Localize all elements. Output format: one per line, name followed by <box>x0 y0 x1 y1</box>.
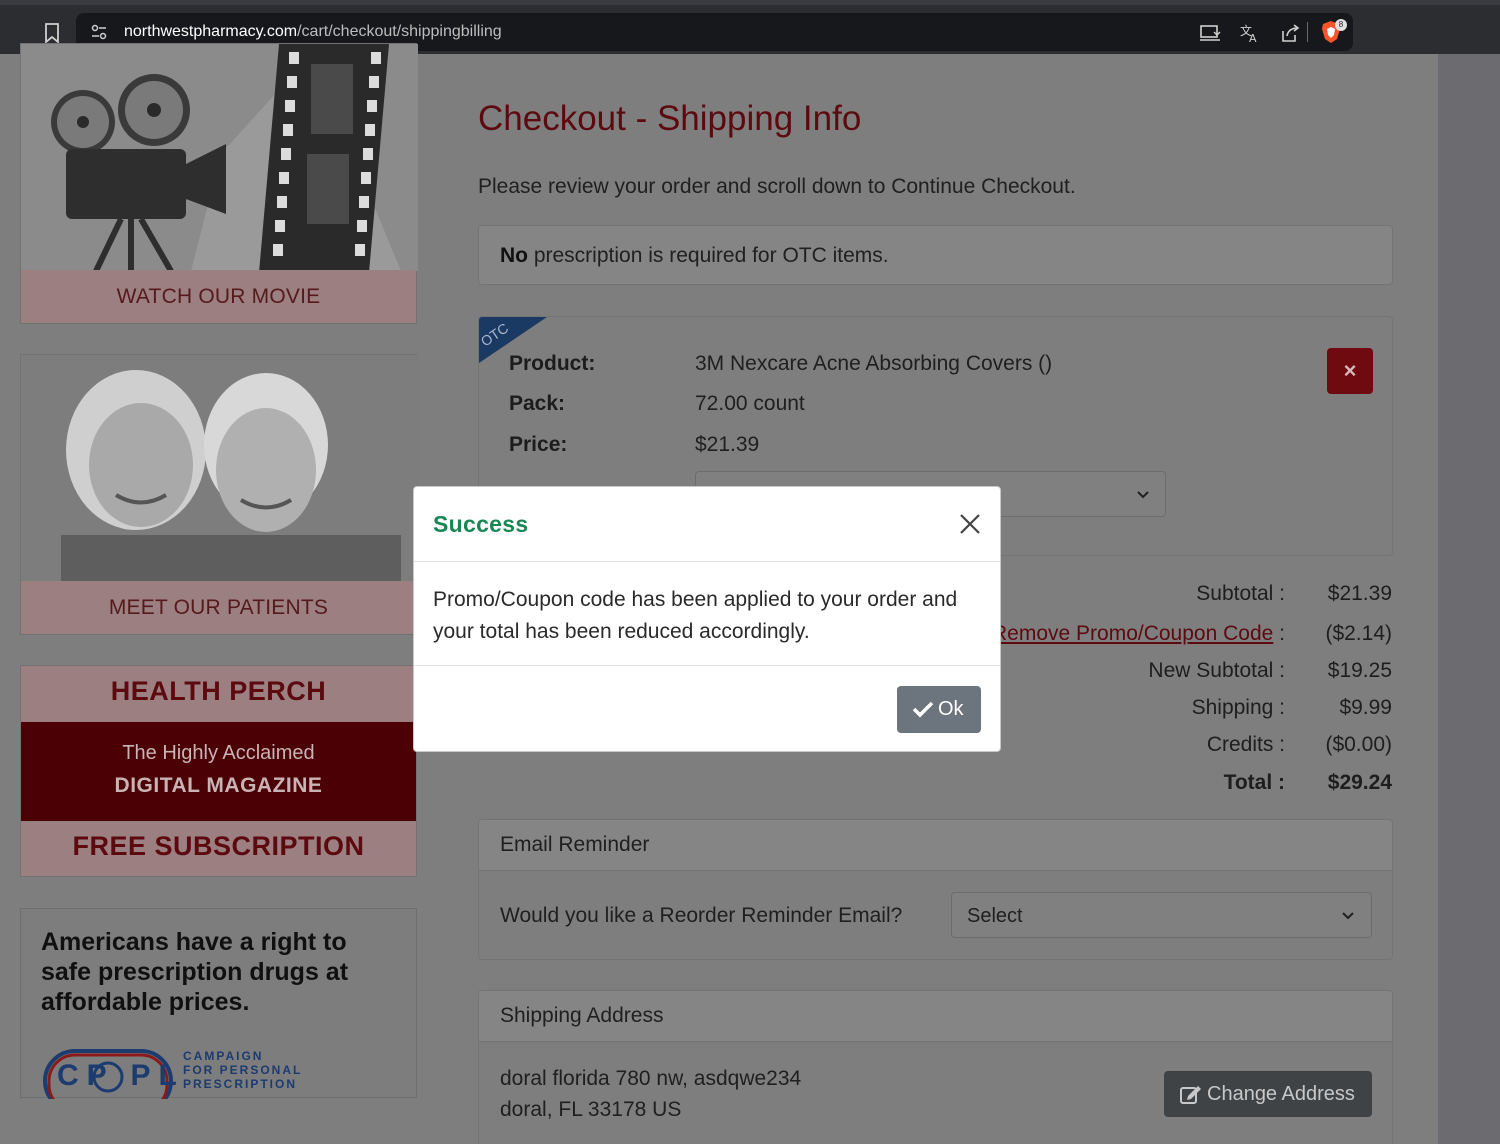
modal-title: Success <box>433 511 529 537</box>
meet-patients-card[interactable]: MEET OUR PATIENTS <box>20 354 418 635</box>
remove-promo-link[interactable]: Remove Promo/Coupon Code <box>992 622 1273 645</box>
change-address-button[interactable]: Change Address <box>1164 1071 1372 1117</box>
ok-label: Ok <box>938 698 964 720</box>
ok-button[interactable]: Ok <box>897 686 981 733</box>
shipping-address-title: Shipping Address <box>500 1004 664 1027</box>
health-perch-title: HEALTH PERCH <box>110 676 327 706</box>
email-reminder-title: Email Reminder <box>500 833 650 856</box>
reminder-question: Would you like a Reorder Reminder Email? <box>500 904 903 927</box>
svg-text:A: A <box>1249 32 1257 43</box>
notice-rest: prescription is required for OTC items. <box>528 244 889 267</box>
success-modal: Success Promo/Coupon code has been appli… <box>413 486 1001 752</box>
patients-photo-icon <box>21 355 418 583</box>
url-domain: northwestpharmacy.com <box>124 23 298 40</box>
url-path: /cart/checkout/shippingbilling <box>297 23 502 40</box>
credits-label: Credits : <box>1206 733 1285 756</box>
intro-text: Please review your order and scroll down… <box>478 175 1076 198</box>
otc-notice: No prescription is required for OTC item… <box>478 225 1393 285</box>
scrollbar-gutter[interactable] <box>1438 54 1500 1144</box>
toolbar-divider <box>1307 22 1308 42</box>
pack-value: 72.00 count <box>695 392 805 415</box>
subtotal-value: $21.39 <box>1327 582 1392 605</box>
bookmark-icon[interactable] <box>44 23 60 43</box>
remove-item-button[interactable]: × <box>1327 348 1373 394</box>
shipping-value: $9.99 <box>1339 696 1392 719</box>
otc-notice-text: No prescription is required for OTC item… <box>500 244 889 268</box>
total-label: Total : <box>1223 771 1285 794</box>
cppl-card[interactable]: Americans have a right to safe prescript… <box>20 908 417 1099</box>
movie-illustration <box>21 44 418 271</box>
site-settings-icon[interactable] <box>90 23 108 41</box>
modal-footer-divider <box>414 665 1000 666</box>
film-projector-icon <box>21 44 418 271</box>
cppl-line3: PRESCRIPTION <box>183 1077 298 1091</box>
price-value: $21.39 <box>695 433 760 456</box>
free-subscription-link[interactable]: FREE SUBSCRIPTION <box>21 831 416 862</box>
brave-count-badge: 8 <box>1335 19 1347 31</box>
modal-header: Success <box>414 487 1000 562</box>
share-icon[interactable] <box>1279 23 1301 43</box>
chevron-down-icon <box>1342 912 1354 920</box>
magazine-subtitle: The Highly Acclaimed <box>122 742 315 764</box>
new-subtotal-label: New Subtotal : <box>1148 659 1285 682</box>
magazine-label: DIGITAL MAGAZINE <box>114 774 323 797</box>
product-label: Product: <box>509 352 596 375</box>
magazine-band: The Highly Acclaimed DIGITAL MAGAZINE <box>21 722 416 821</box>
reminder-select[interactable]: Select <box>951 892 1372 938</box>
price-label: Price: <box>509 433 568 456</box>
shipping-address-header: Shipping Address <box>479 991 1392 1042</box>
health-perch-card[interactable]: HEALTH PERCH The Highly Acclaimed DIGITA… <box>20 665 417 877</box>
email-reminder-panel: Email Reminder Would you like a Reorder … <box>478 819 1393 960</box>
checkmark-icon <box>912 701 934 718</box>
credits-value: ($0.00) <box>1325 733 1392 756</box>
new-subtotal-value: $19.25 <box>1327 659 1392 682</box>
patients-photo <box>21 355 418 583</box>
address-line-1: doral florida 780 nw, asdqwe234 <box>500 1067 802 1090</box>
close-icon[interactable] <box>958 512 982 536</box>
shipping-label: Shipping : <box>1191 696 1285 719</box>
reminder-select-value: Select <box>967 905 1023 927</box>
rights-statement: Americans have a right to safe prescript… <box>41 928 349 1016</box>
shipping-address-panel: Shipping Address doral florida 780 nw, a… <box>478 990 1393 1144</box>
cppl-line1: CAMPAIGN <box>183 1049 264 1063</box>
promo-value: ($2.14) <box>1325 622 1392 645</box>
cppl-logo-letters: CP PL <box>57 1059 185 1092</box>
meet-patients-caption[interactable]: MEET OUR PATIENTS <box>21 581 416 634</box>
page-title: Checkout - Shipping Info <box>478 99 862 138</box>
promo-row: Remove Promo/Coupon Code : <box>955 622 1285 646</box>
edit-icon <box>1180 1086 1201 1104</box>
pack-label: Pack: <box>509 392 566 415</box>
subtotal-label: Subtotal : <box>1196 582 1285 605</box>
notice-bold: No <box>500 244 528 267</box>
translate-icon[interactable]: 文A <box>1239 23 1261 43</box>
install-app-icon[interactable] <box>1199 23 1221 43</box>
url-text[interactable]: northwestpharmacy.com/cart/checkout/ship… <box>124 23 502 41</box>
modal-message: Promo/Coupon code has been applied to yo… <box>433 588 958 643</box>
chevron-down-icon <box>1137 491 1149 499</box>
email-reminder-header: Email Reminder <box>479 820 1392 871</box>
product-name: 3M Nexcare Acne Absorbing Covers () <box>695 352 1053 375</box>
change-address-label: Change Address <box>1207 1083 1355 1105</box>
watch-movie-caption[interactable]: WATCH OUR MOVIE <box>21 270 416 323</box>
watch-movie-card[interactable]: WATCH OUR MOVIE <box>20 43 418 324</box>
total-value: $29.24 <box>1327 771 1392 794</box>
cppl-line2: FOR PERSONAL <box>183 1063 303 1077</box>
address-line-2: doral, FL 33178 US <box>500 1098 682 1121</box>
cppl-name: CAMPAIGN FOR PERSONAL PRESCRIPTION <box>183 1049 302 1091</box>
